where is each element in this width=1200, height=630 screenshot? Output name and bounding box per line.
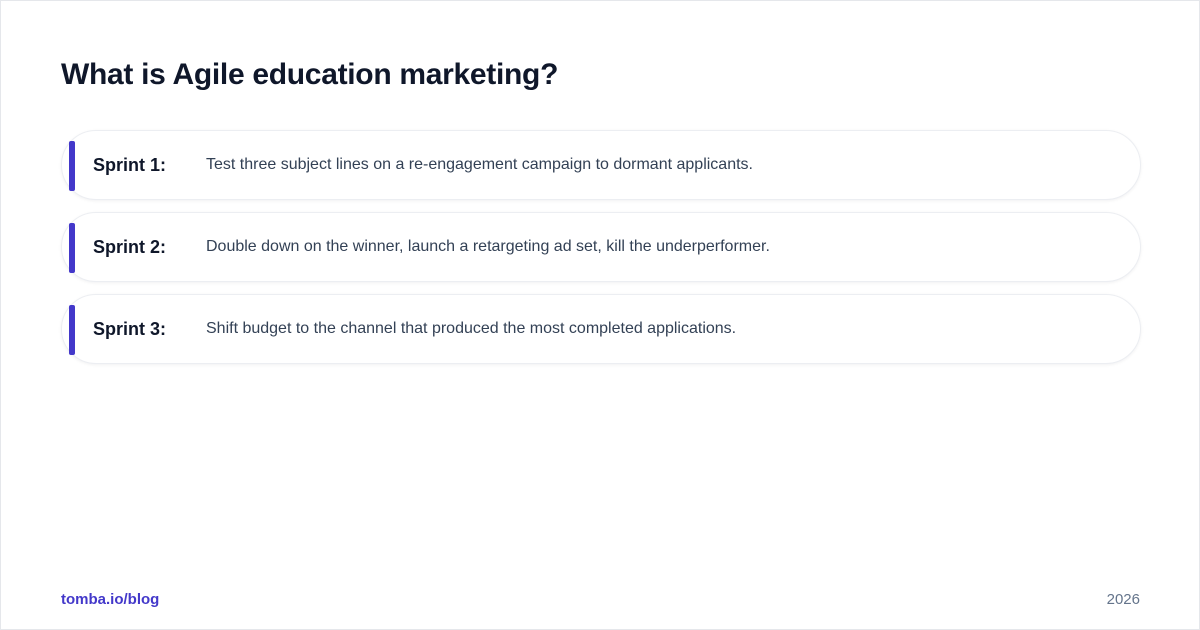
sprint-row-3: Sprint 3: Shift budget to the channel th… [61,294,1141,364]
footer-year: 2026 [1106,591,1140,608]
sprint-description: Double down on the winner, launch a reta… [206,238,770,255]
footer-blog-link[interactable]: tomba.io/blog [61,591,159,608]
sprint-list: Sprint 1: Test three subject lines on a … [61,130,1141,376]
slide-card: What is Agile education marketing? Sprin… [0,0,1200,630]
page-title: What is Agile education marketing? [61,58,559,91]
accent-bar [69,223,75,273]
sprint-label: Sprint 2: [93,236,167,257]
sprint-description: Shift budget to the channel that produce… [206,320,737,337]
accent-bar [69,305,75,355]
accent-bar [69,141,75,191]
sprint-label: Sprint 1: [93,154,167,175]
sprint-label: Sprint 3: [93,318,167,339]
sprint-row-1: Sprint 1: Test three subject lines on a … [61,130,1141,200]
sprint-row-2: Sprint 2: Double down on the winner, lau… [61,212,1141,282]
sprint-description: Test three subject lines on a re-engagem… [206,156,753,173]
